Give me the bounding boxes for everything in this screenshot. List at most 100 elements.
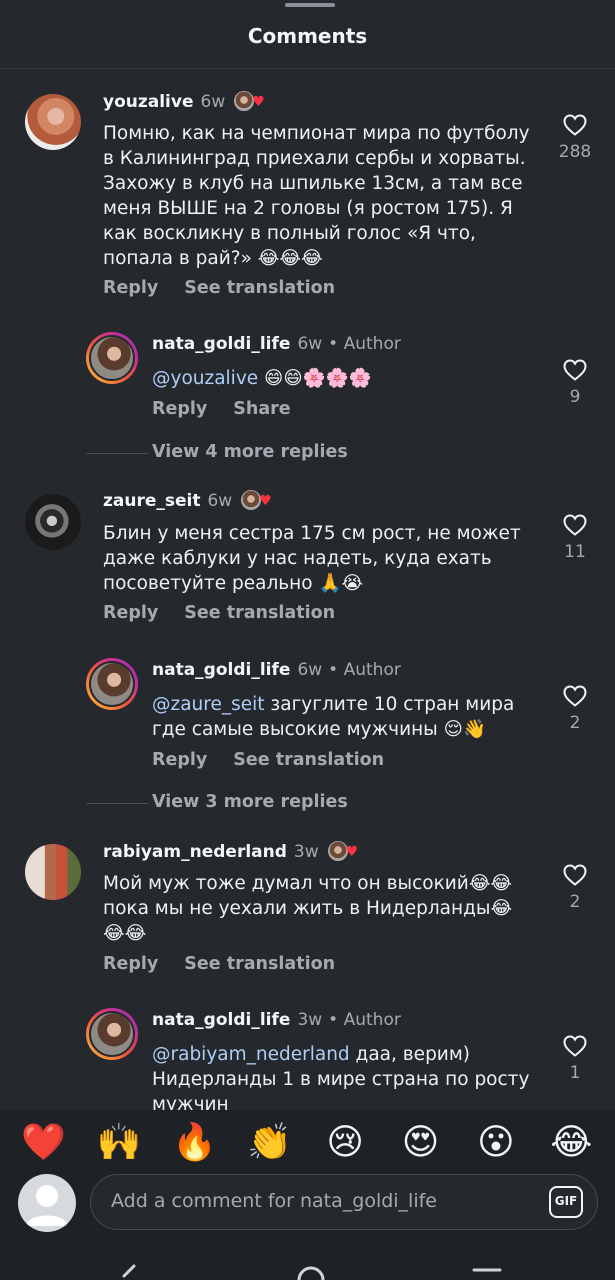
see-translation-button[interactable]: See translation [184, 954, 335, 974]
back-icon[interactable] [118, 1264, 140, 1280]
comments-sheet: Comments youzalive 6w ♥ Помню, как на че… [0, 0, 615, 1110]
view-more-replies-button[interactable]: View 3 more replies [152, 792, 348, 812]
avatar[interactable] [25, 94, 81, 150]
username[interactable]: rabiyam_nederland [103, 842, 287, 862]
liked-by-author: ♥ [233, 90, 267, 114]
comment-text: Мой муж тоже думал что он высокий😂😂 пока… [103, 873, 513, 944]
mention-link[interactable]: @youzalive [152, 368, 258, 389]
gif-icon[interactable]: GIF [549, 1186, 583, 1218]
heart-outline-icon[interactable] [563, 685, 587, 707]
reply-button[interactable]: Reply [103, 954, 158, 974]
comment-actions: Reply See translation [103, 603, 335, 623]
reaction-fire[interactable]: 🔥 [168, 1117, 220, 1169]
like-count: 11 [564, 542, 586, 562]
author-label: • Author [328, 1010, 401, 1030]
reply-button[interactable]: Reply [103, 603, 158, 623]
username[interactable]: zaure_seit [103, 491, 200, 511]
heart-icon: ♥ [345, 844, 359, 860]
reaction-raised-hands[interactable]: 🙌 [93, 1117, 145, 1169]
like-count: 288 [558, 142, 592, 162]
comment-input-placeholder: Add a comment for nata_goldi_life [111, 1190, 437, 1212]
reaction-heart[interactable]: ❤️ [18, 1117, 70, 1169]
comment-meta: nata_goldi_life 3w • Author [152, 1010, 401, 1030]
comment-meta: nata_goldi_life 6w • Author [152, 660, 401, 680]
like-control: 11 [553, 514, 597, 562]
timestamp: 6w [297, 660, 323, 680]
timestamp: 3w [297, 1010, 323, 1030]
heart-icon: ♥ [252, 94, 265, 110]
comment-meta: nata_goldi_life 6w • Author [152, 334, 401, 354]
reply-button[interactable]: Reply [152, 399, 207, 419]
system-nav-bar [0, 1248, 615, 1280]
comment-meta: rabiyam_nederland 3w ♥ [103, 840, 361, 864]
mention-link[interactable]: @rabiyam_nederland [152, 1044, 350, 1065]
heart-outline-icon[interactable] [563, 514, 587, 536]
page-title: Comments [247, 24, 368, 48]
home-icon[interactable] [296, 1264, 326, 1280]
username[interactable]: youzalive [103, 92, 194, 112]
like-control: 1 [553, 1035, 597, 1083]
comment-actions: Reply Share [152, 399, 291, 419]
timestamp: 6w [207, 491, 233, 511]
like-control: 2 [553, 864, 597, 912]
avatar[interactable] [86, 332, 138, 384]
my-avatar [18, 1174, 76, 1232]
like-count: 9 [569, 387, 581, 407]
comment-input[interactable]: Add a comment for nata_goldi_life GIF [90, 1174, 598, 1230]
divider [86, 453, 148, 454]
timestamp: 6w [200, 92, 226, 112]
see-translation-button[interactable]: See translation [184, 603, 335, 623]
avatar[interactable] [86, 1008, 138, 1060]
comment-actions: Reply See translation [103, 954, 335, 974]
like-count: 2 [569, 892, 581, 912]
view-more-replies-button[interactable]: View 4 more replies [152, 442, 348, 462]
reaction-surprised[interactable]: 😮 [470, 1117, 522, 1169]
comment-text: @zaure_seit загуглите 10 стран мира где … [152, 694, 515, 740]
timestamp: 6w [297, 334, 323, 354]
like-count: 2 [569, 713, 581, 733]
username[interactable]: nata_goldi_life [152, 1010, 290, 1030]
like-control: 2 [553, 685, 597, 733]
see-translation-button[interactable]: See translation [184, 278, 335, 298]
author-label: • Author [328, 334, 401, 354]
divider [86, 803, 148, 804]
default-avatar-icon [26, 1185, 68, 1226]
avatar[interactable] [25, 844, 81, 900]
heart-outline-icon[interactable] [563, 114, 587, 136]
comment-meta: youzalive 6w ♥ [103, 90, 267, 114]
reaction-clap[interactable]: 👏 [244, 1117, 296, 1169]
comment-text: @youzalive 😄😄🌸🌸🌸 [152, 368, 372, 389]
author-label: • Author [328, 660, 401, 680]
comment-actions: Reply See translation [103, 278, 335, 298]
menu-icon[interactable] [472, 1268, 502, 1280]
mention-link[interactable]: @zaure_seit [152, 694, 265, 715]
drag-handle[interactable] [285, 3, 335, 7]
liked-by-author: ♥ [240, 489, 274, 513]
reply-button[interactable]: Reply [103, 278, 158, 298]
reaction-crying[interactable]: 😢 [319, 1117, 371, 1169]
share-button[interactable]: Share [233, 399, 290, 419]
comment-meta: zaure_seit 6w ♥ [103, 489, 274, 513]
avatar[interactable] [86, 658, 138, 710]
comment-text: @rabiyam_nederland даа, верим) Нидерланд… [152, 1044, 530, 1110]
see-translation-button[interactable]: See translation [233, 750, 384, 770]
divider [0, 68, 615, 69]
like-control: 9 [553, 359, 597, 407]
timestamp: 3w [293, 842, 319, 862]
like-count: 1 [569, 1063, 581, 1083]
reaction-laughing[interactable]: 😂 [545, 1117, 597, 1169]
comment-composer: Add a comment for nata_goldi_life GIF [0, 1166, 615, 1248]
reply-button[interactable]: Reply [152, 750, 207, 770]
like-control: 288 [553, 114, 597, 162]
heart-outline-icon[interactable] [563, 864, 587, 886]
liked-by-author: ♥ [326, 840, 361, 864]
heart-outline-icon[interactable] [563, 1035, 587, 1057]
comment-actions: Reply See translation [152, 750, 384, 770]
comment-text: Помню, как на чемпионат мира по футболу … [103, 123, 530, 269]
avatar[interactable] [25, 494, 81, 550]
comment-text: Блин у меня сестра 175 см рост, не может… [103, 523, 521, 594]
username[interactable]: nata_goldi_life [152, 660, 290, 680]
reaction-heart-eyes[interactable]: 😍 [395, 1117, 447, 1169]
username[interactable]: nata_goldi_life [152, 334, 290, 354]
heart-outline-icon[interactable] [563, 359, 587, 381]
